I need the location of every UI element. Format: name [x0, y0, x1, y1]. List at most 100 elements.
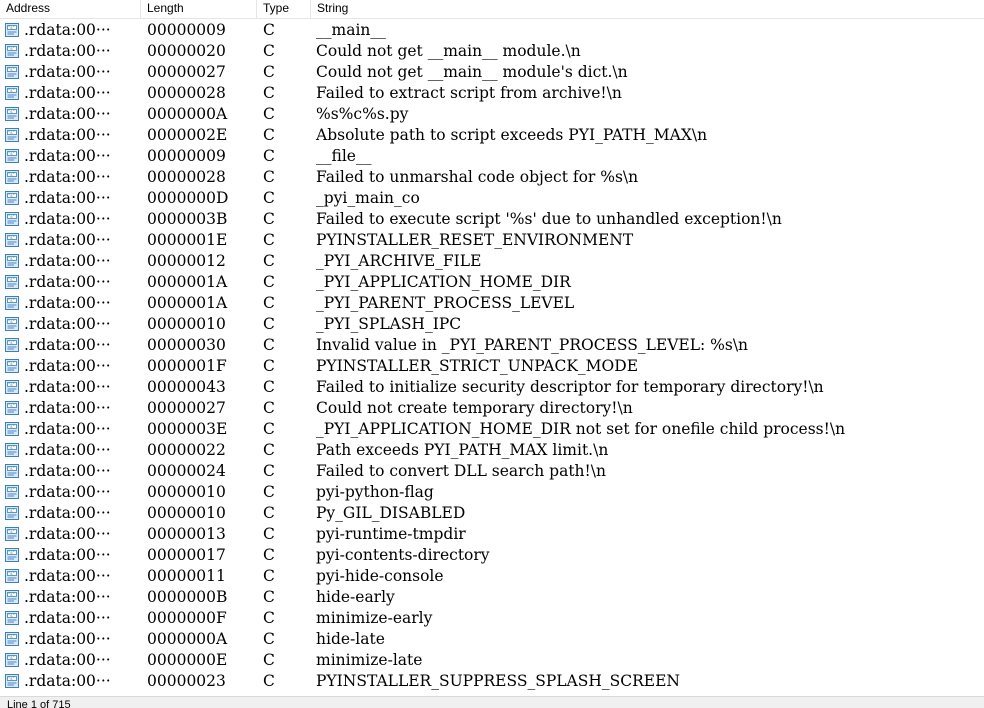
string-literal-icon: "s"	[5, 86, 19, 100]
row-string: pyi-contents-directory	[316, 546, 490, 564]
row-type: C	[263, 504, 275, 522]
table-row[interactable]: "s" .rdata:00··· 0000000D C _pyi_main_co	[0, 188, 984, 209]
table-row[interactable]: "s" .rdata:00··· 0000000F Cminimize-early	[0, 608, 984, 629]
table-row[interactable]: "s" .rdata:00··· 00000028 C Failed to unmars…	[0, 167, 984, 188]
row-address: .rdata:00···	[24, 294, 111, 312]
column-header-address[interactable]: Address	[0, 0, 141, 18]
table-row[interactable]: "s" .rdata:00··· 00000030 C Invalid value in…	[0, 335, 984, 356]
row-address: .rdata:00···	[24, 504, 111, 522]
row-address: .rdata:00···	[24, 231, 111, 249]
svg-text:"s": "s"	[8, 172, 14, 178]
table-row[interactable]: "s" .rdata:00··· 00000009 C __file__	[0, 146, 984, 167]
table-row[interactable]: "s" .rdata:00··· 00000017 Cpyi-contents-dir…	[0, 545, 984, 566]
row-type: C	[263, 63, 275, 81]
svg-text:"s": "s"	[8, 109, 14, 115]
row-address: .rdata:00···	[24, 609, 111, 627]
table-row[interactable]: "s" .rdata:00··· 0000003B C Failed to execut…	[0, 209, 984, 230]
table-row[interactable]: "s" .rdata:00··· 00000028 C Failed to extrac…	[0, 83, 984, 104]
table-row[interactable]: "s" .rdata:00··· 0000000A Chide-late	[0, 629, 984, 650]
svg-text:"s": "s"	[8, 613, 14, 619]
table-row[interactable]: "s" .rdata:00··· 0000000E Cminimize-late	[0, 650, 984, 671]
row-length: 0000001A	[147, 294, 228, 312]
table-row[interactable]: "s" .rdata:00··· 00000012 C _PYI_ARCHIVE_FIL…	[0, 251, 984, 272]
table-row[interactable]: "s" .rdata:00··· 00000023 C PYINSTALLER_SUPP…	[0, 671, 984, 692]
table-row[interactable]: "s" .rdata:00··· 00000011 Cpyi-hide-console	[0, 566, 984, 587]
svg-text:"s": "s"	[8, 655, 14, 661]
row-length: 00000009	[147, 21, 226, 39]
row-address: .rdata:00···	[24, 420, 111, 438]
row-type: C	[263, 483, 275, 501]
row-string: Failed to initialize security descriptor…	[316, 378, 824, 396]
row-string: pyi-python-flag	[316, 483, 434, 501]
row-type: C	[263, 42, 275, 60]
row-string: Py_GIL_DISABLED	[316, 504, 466, 522]
row-string: hide-late	[316, 630, 385, 648]
row-string: PYINSTALLER_RESET_ENVIRONMENT	[316, 231, 634, 249]
table-row[interactable]: "s" .rdata:00··· 00000009 C __main__	[0, 20, 984, 41]
string-literal-icon: "s"	[5, 653, 19, 667]
strings-list[interactable]: "s" .rdata:00··· 00000009 C __main__ "s" .rdat…	[0, 20, 984, 696]
row-string: Absolute path to script exceeds PYI_PATH…	[316, 126, 708, 144]
table-row[interactable]: "s" .rdata:00··· 00000020 C Could not get __…	[0, 41, 984, 62]
table-row[interactable]: "s" .rdata:00··· 0000000B Chide-early	[0, 587, 984, 608]
svg-text:"s": "s"	[8, 382, 14, 388]
table-row[interactable]: "s" .rdata:00··· 0000000A C %s%c%s.py	[0, 104, 984, 125]
row-string: Failed to unmarshal code object for %s\n	[316, 168, 639, 186]
row-type: C	[263, 147, 275, 165]
row-string: _PYI_ARCHIVE_FILE	[316, 252, 482, 270]
row-string: Could not create temporary directory!\n	[316, 399, 633, 417]
row-length: 0000000A	[147, 630, 228, 648]
row-type: C	[263, 672, 275, 690]
table-row[interactable]: "s" .rdata:00··· 00000027 C Could not get __…	[0, 62, 984, 83]
row-address: .rdata:00···	[24, 273, 111, 291]
row-length: 00000028	[147, 84, 226, 102]
row-address: .rdata:00···	[24, 84, 111, 102]
column-header-length[interactable]: Length	[141, 0, 257, 18]
table-row[interactable]: "s" .rdata:00··· 0000002E C Absolute path to…	[0, 125, 984, 146]
row-string: __file__	[316, 147, 372, 165]
row-length: 00000020	[147, 42, 226, 60]
table-row[interactable]: "s" .rdata:00··· 00000010 Cpyi-python-flag	[0, 482, 984, 503]
row-length: 00000013	[147, 525, 226, 543]
row-string: _PYI_PARENT_PROCESS_LEVEL	[316, 294, 575, 312]
row-type: C	[263, 630, 275, 648]
row-type: C	[263, 357, 275, 375]
table-row[interactable]: "s" .rdata:00··· 00000024 C Failed to conver…	[0, 461, 984, 482]
svg-text:"s": "s"	[8, 487, 14, 493]
row-string: minimize-early	[316, 609, 433, 627]
table-row[interactable]: "s" .rdata:00··· 0000003E C _PYI_APPLICATION…	[0, 419, 984, 440]
string-literal-icon: "s"	[5, 464, 19, 478]
string-literal-icon: "s"	[5, 590, 19, 604]
column-header-type[interactable]: Type	[257, 0, 311, 18]
table-row[interactable]: "s" .rdata:00··· 0000001F C PYINSTALLER_STRI…	[0, 356, 984, 377]
column-header-string[interactable]: String	[311, 0, 984, 18]
svg-text:"s": "s"	[8, 319, 14, 325]
row-address: .rdata:00···	[24, 252, 111, 270]
row-length: 0000000B	[147, 588, 228, 606]
table-row[interactable]: "s" .rdata:00··· 0000001A C _PYI_PARENT_PROC…	[0, 293, 984, 314]
table-row[interactable]: "s" .rdata:00··· 00000013 Cpyi-runtime-tmpd…	[0, 524, 984, 545]
table-row[interactable]: "s" .rdata:00··· 0000001A C _PYI_APPLICATION…	[0, 272, 984, 293]
row-string: Failed to convert DLL search path!\n	[316, 462, 606, 480]
table-row[interactable]: "s" .rdata:00··· 0000001E C PYINSTALLER_RESE…	[0, 230, 984, 251]
row-length: 00000027	[147, 63, 226, 81]
table-row[interactable]: "s" .rdata:00··· 00000010 C Py_GIL_DISABLED	[0, 503, 984, 524]
row-length: 00000027	[147, 399, 226, 417]
table-row[interactable]: "s" .rdata:00··· 00000022 C Path exceeds PYI…	[0, 440, 984, 461]
row-address: .rdata:00···	[24, 21, 111, 39]
row-length: 00000024	[147, 462, 226, 480]
table-row[interactable]: "s" .rdata:00··· 00000043 C Failed to initia…	[0, 377, 984, 398]
string-literal-icon: "s"	[5, 443, 19, 457]
row-type: C	[263, 651, 275, 669]
row-length: 00000011	[147, 567, 226, 585]
table-row[interactable]: "s" .rdata:00··· 00000027 C Could not create…	[0, 398, 984, 419]
row-type: C	[263, 231, 275, 249]
row-length: 0000001F	[147, 357, 227, 375]
svg-text:"s": "s"	[8, 676, 14, 682]
row-length: 00000030	[147, 336, 226, 354]
table-row[interactable]: "s" .rdata:00··· 00000010 C _PYI_SPLASH_IPC	[0, 314, 984, 335]
string-literal-icon: "s"	[5, 275, 19, 289]
row-address: .rdata:00···	[24, 357, 111, 375]
row-type: C	[263, 588, 275, 606]
row-length: 0000001A	[147, 273, 228, 291]
